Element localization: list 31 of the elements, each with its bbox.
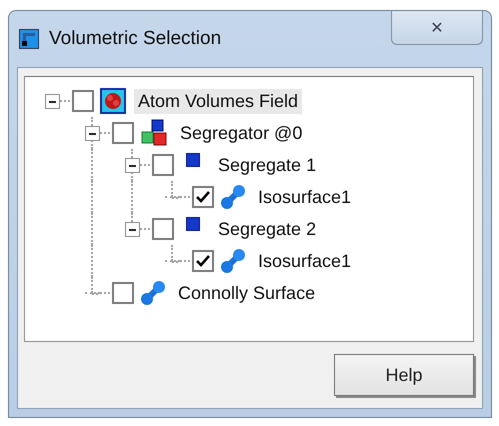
molecule-icon bbox=[140, 280, 166, 306]
tree-item[interactable]: Atom Volumes Field bbox=[134, 88, 302, 114]
collapse-toggle[interactable] bbox=[85, 126, 100, 140]
molecule-icon bbox=[220, 248, 246, 274]
cube-icon bbox=[186, 217, 200, 231]
tree-item[interactable]: Connolly Surface bbox=[174, 280, 320, 306]
checkbox[interactable] bbox=[72, 90, 94, 112]
tree-item[interactable]: Segregator @0 bbox=[176, 120, 306, 146]
checkbox[interactable] bbox=[112, 122, 134, 144]
check-mark-icon bbox=[196, 191, 210, 203]
cube-icon bbox=[186, 153, 200, 167]
checkbox[interactable] bbox=[152, 154, 174, 176]
help-button[interactable]: Help bbox=[334, 354, 474, 396]
checkbox[interactable] bbox=[112, 282, 134, 304]
window-title: Volumetric Selection bbox=[49, 28, 222, 50]
checkbox[interactable] bbox=[192, 250, 214, 272]
tree-item[interactable]: Isosurface1 bbox=[254, 248, 356, 274]
atom-cube-icon bbox=[100, 88, 126, 114]
close-button[interactable]: ✕ bbox=[391, 11, 483, 45]
molecule-icon bbox=[220, 184, 246, 210]
check-mark-icon bbox=[196, 255, 210, 267]
tree-item[interactable]: Isosurface1 bbox=[254, 184, 356, 210]
collapse-toggle[interactable] bbox=[125, 222, 140, 236]
tree-item[interactable]: Segregate 1 bbox=[214, 152, 320, 178]
tree-item[interactable]: Segregate 2 bbox=[214, 216, 320, 242]
cubes-icon bbox=[140, 119, 168, 147]
checkbox[interactable] bbox=[192, 186, 214, 208]
checkbox[interactable] bbox=[152, 218, 174, 240]
collapse-toggle[interactable] bbox=[45, 94, 60, 108]
collapse-toggle[interactable] bbox=[125, 158, 140, 172]
app-icon bbox=[19, 29, 39, 49]
